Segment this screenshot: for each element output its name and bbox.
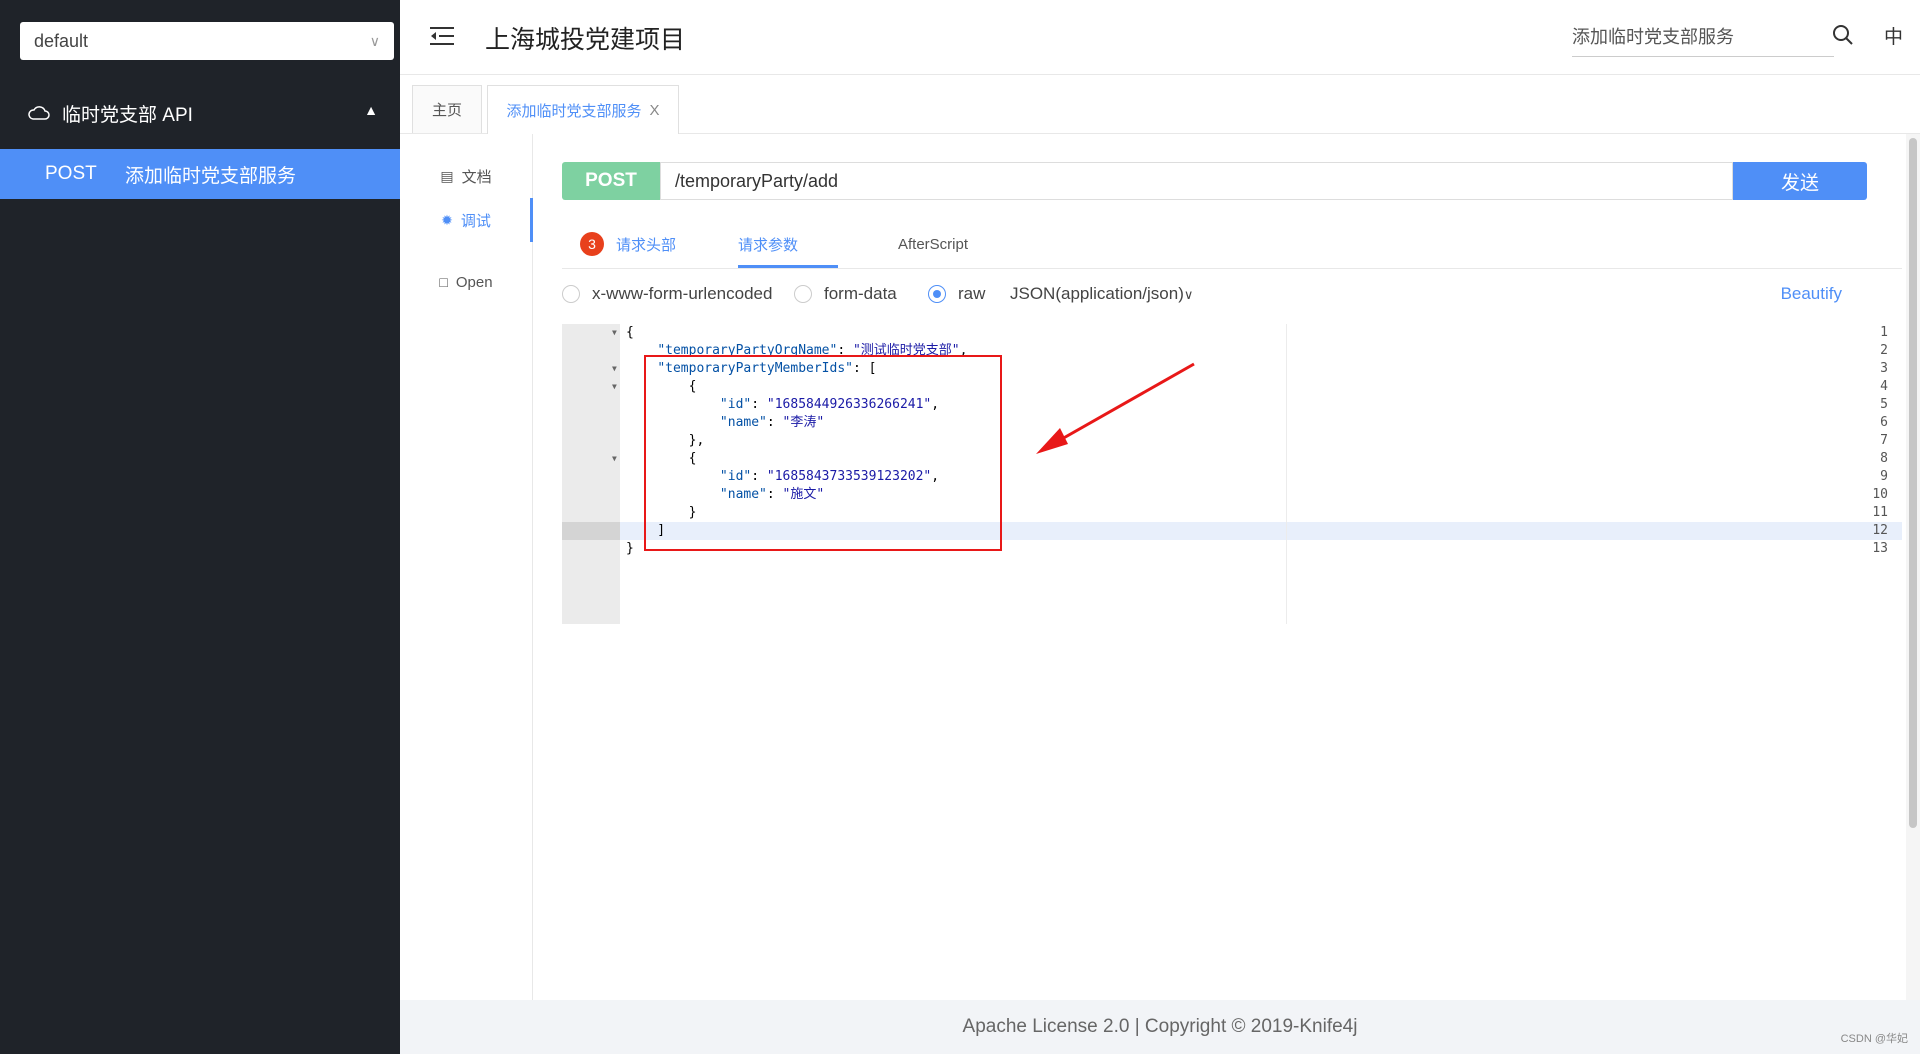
request-tabs: 3 请求头部 请求参数 AfterScript (562, 220, 1902, 269)
line-number: 11 (1872, 505, 1888, 520)
search-input[interactable]: 添加临时党支部服务 (1572, 22, 1834, 57)
doc-nav: ▤ 文档 ✹ 调试 □ Open (400, 134, 533, 1000)
radio-form-data[interactable]: form-data (794, 284, 897, 304)
chevron-up-icon: ▲ (364, 102, 378, 118)
line-number: 6 (1880, 415, 1888, 430)
send-button[interactable]: 发送 (1733, 162, 1867, 200)
document-icon: ▤ (440, 167, 454, 184)
chevron-down-icon: ∨ (369, 32, 380, 49)
search-icon[interactable] (1832, 24, 1854, 46)
content-type-select[interactable]: JSON(application/json)∨ (1010, 284, 1193, 304)
code-line: } (626, 541, 634, 556)
sidebar-group-label: 临时党支部 API (62, 104, 193, 126)
close-icon[interactable]: X (650, 102, 660, 119)
watermark: CSDN @华妃 (1840, 1033, 1908, 1045)
line-number: 10 (1872, 487, 1888, 502)
content-type-value: JSON(application/json) (1010, 284, 1184, 303)
tab-after-script[interactable]: AfterScript (898, 220, 968, 268)
line-number: 5 (1880, 397, 1888, 412)
tab-bar: 主页 添加临时党支部服务 X (400, 75, 1920, 134)
file-icon: □ (439, 274, 448, 290)
tab-home-label: 主页 (431, 102, 462, 119)
doc-nav-debug[interactable]: ✹ 调试 (400, 200, 532, 240)
sidebar-item-add-temporary-party[interactable]: POST 添加临时党支部服务 (0, 149, 400, 199)
tab-request-params-label: 请求参数 (738, 236, 799, 254)
cloud-icon (28, 106, 50, 120)
print-margin (1286, 324, 1287, 624)
radio-raw-label: raw (958, 284, 986, 303)
line-number: 8 (1880, 451, 1888, 466)
group-select[interactable]: default ∨ (20, 22, 394, 60)
sidebar: default ∨ 临时党支部 API ▲ POST 添加临时党支部服务 (0, 0, 400, 1054)
language-toggle[interactable]: 中 (1884, 22, 1903, 49)
bug-icon: ✹ (441, 211, 453, 228)
fold-arrow-icon[interactable]: ▼ (612, 450, 617, 468)
scrollbar-thumb[interactable] (1909, 138, 1917, 828)
radio-urlencoded[interactable]: x-www-form-urlencoded (562, 284, 772, 304)
url-input[interactable]: /temporaryParty/add (660, 162, 1733, 200)
radio-urlencoded-label: x-www-form-urlencoded (592, 284, 773, 303)
method-badge: POST (562, 162, 660, 200)
footer: Apache License 2.0 | Copyright © 2019-Kn… (400, 1000, 1920, 1054)
doc-nav-open[interactable]: □ Open (400, 262, 532, 302)
active-gutter-highlight (562, 522, 620, 540)
line-number: 4 (1880, 379, 1888, 394)
annotation-box (644, 355, 1002, 551)
tab-request-headers[interactable]: 3 请求头部 (580, 220, 676, 268)
chevron-down-icon: ∨ (1183, 287, 1194, 302)
tab-home[interactable]: 主页 (412, 85, 482, 133)
tab-after-script-label: AfterScript (898, 235, 969, 253)
tab-add-temporary-party[interactable]: 添加临时党支部服务 X (487, 85, 679, 134)
header: 上海城投党建项目 添加临时党支部服务 中 (400, 0, 1920, 75)
radio-dot (794, 285, 812, 303)
fold-arrow-icon[interactable]: ▼ (612, 360, 617, 378)
tab-active-label: 添加临时党支部服务 (506, 102, 642, 120)
group-select-value: default (34, 30, 89, 51)
active-indicator (530, 198, 533, 242)
radio-raw[interactable]: raw (928, 284, 985, 304)
footer-text: Apache License 2.0 | Copyright © 2019-Kn… (962, 1016, 1358, 1037)
tab-active-underline (738, 265, 838, 268)
doc-nav-document-label: 文档 (461, 168, 492, 186)
headers-count-badge: 3 (580, 232, 604, 256)
radio-dot (928, 285, 946, 303)
sidebar-item-method: POST (45, 163, 97, 184)
beautify-button[interactable]: Beautify (1781, 284, 1842, 304)
tab-request-params[interactable]: 请求参数 (738, 220, 798, 268)
line-number: 1 (1880, 325, 1888, 340)
radio-form-data-label: form-data (824, 284, 897, 303)
radio-dot (562, 285, 580, 303)
doc-nav-document[interactable]: ▤ 文档 (400, 156, 532, 196)
code-line: { (626, 325, 634, 340)
line-number: 12 (1872, 523, 1888, 538)
fold-arrow-icon[interactable]: ▼ (612, 324, 617, 342)
annotation-arrow-icon (1036, 362, 1195, 454)
menu-fold-icon[interactable] (430, 26, 454, 46)
line-number: 7 (1880, 433, 1888, 448)
line-number: 13 (1872, 541, 1888, 556)
sidebar-item-label: 添加临时党支部服务 (125, 165, 297, 187)
fold-arrow-icon[interactable]: ▼ (612, 378, 617, 396)
line-number: 3 (1880, 361, 1888, 376)
doc-nav-open-label: Open (455, 273, 493, 291)
body-type-row: x-www-form-urlencoded form-data raw JSON… (562, 280, 1902, 310)
page-title: 上海城投党建项目 (485, 26, 686, 54)
tab-request-headers-label: 请求头部 (616, 236, 677, 254)
line-number: 2 (1880, 343, 1888, 358)
doc-nav-debug-label: 调试 (460, 212, 491, 230)
sidebar-group-temporary-party[interactable]: 临时党支部 API ▲ (0, 88, 400, 138)
line-number: 9 (1880, 469, 1888, 484)
